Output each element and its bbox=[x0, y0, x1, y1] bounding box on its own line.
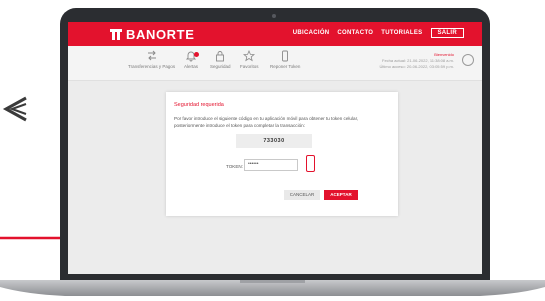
toolbar-label: Favoritos bbox=[240, 64, 259, 69]
toolbar-label: Seguridad bbox=[210, 64, 231, 69]
toolbar-item-favorites[interactable]: Favoritos bbox=[240, 50, 259, 69]
nav-contacto[interactable]: CONTACTO bbox=[337, 30, 373, 36]
security-dialog: Seguridad requerida Por favor introduce … bbox=[166, 92, 398, 216]
top-nav: UBICACIÓN CONTACTO TUTORIALES SALIR bbox=[293, 28, 464, 38]
banorte-logo[interactable]: BANORTE bbox=[109, 26, 194, 42]
phone-icon bbox=[306, 155, 315, 172]
lock-icon bbox=[216, 51, 225, 62]
toolbar-label: Alertas bbox=[184, 64, 199, 69]
cancel-button[interactable]: CANCELAR bbox=[284, 190, 320, 200]
token-label: TOKEN: bbox=[226, 164, 244, 169]
toolbar-item-replace-token[interactable]: Reponer Token bbox=[270, 50, 300, 69]
chevron-left-icon bbox=[2, 96, 27, 122]
laptop-frame: BANORTE UBICACIÓN CONTACTO TUTORIALES SA… bbox=[60, 8, 490, 284]
token-input[interactable]: •••••• bbox=[244, 159, 298, 171]
dialog-instructions: Por favor introduce el siguiente código … bbox=[174, 116, 359, 128]
laptop-base bbox=[0, 280, 545, 296]
banorte-logo-icon bbox=[110, 29, 122, 40]
star-icon bbox=[243, 50, 256, 62]
toolbar-item-security[interactable]: Seguridad bbox=[210, 50, 231, 69]
site-header: BANORTE UBICACIÓN CONTACTO TUTORIALES SA… bbox=[68, 22, 482, 46]
toolbar-label: Transferencias y Pagos bbox=[128, 64, 176, 69]
camera-icon bbox=[272, 14, 276, 18]
user-avatar[interactable] bbox=[462, 54, 474, 66]
challenge-code: 733030 bbox=[236, 134, 312, 148]
nav-tutoriales[interactable]: TUTORIALES bbox=[381, 30, 422, 36]
alert-badge bbox=[194, 52, 199, 57]
logout-button[interactable]: SALIR bbox=[430, 28, 464, 38]
screen: BANORTE UBICACIÓN CONTACTO TUTORIALES SA… bbox=[68, 22, 482, 274]
dialog-title: Seguridad requerida bbox=[174, 102, 224, 108]
toolbar-label: Reponer Token bbox=[270, 64, 301, 69]
nav-ubicacion[interactable]: UBICACIÓN bbox=[293, 30, 330, 36]
toolbar: Transferencias y Pagos Alertas Seguridad bbox=[68, 46, 482, 81]
transfer-icon bbox=[147, 50, 156, 61]
toolbar-item-alerts[interactable]: Alertas bbox=[184, 50, 199, 69]
session-info: Bienvenido Fecha actual: 21-06-2022, 11:… bbox=[380, 52, 455, 70]
accept-button[interactable]: ACEPTAR bbox=[324, 190, 358, 200]
toolbar-item-transfers[interactable]: Transferencias y Pagos bbox=[128, 50, 175, 69]
last-access: Último acceso: 20-06-2022, 03:05:59 p.m. bbox=[379, 64, 455, 69]
phone-icon bbox=[282, 50, 289, 62]
brand-name: BANORTE bbox=[126, 26, 195, 42]
